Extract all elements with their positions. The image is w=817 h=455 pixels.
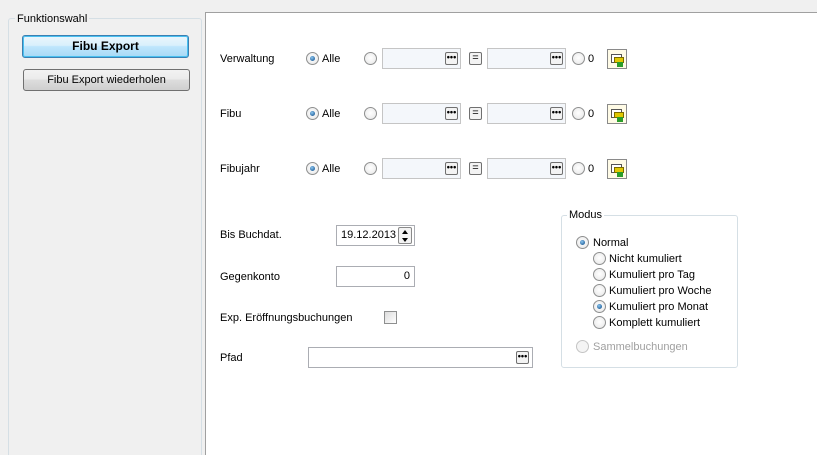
filter-zero-label: 0 bbox=[588, 53, 595, 65]
filter-mark-icon bbox=[617, 62, 623, 67]
filter-to-browse-icon[interactable]: ••• bbox=[550, 52, 563, 65]
filter-range-radio[interactable] bbox=[364, 162, 377, 175]
spin-down-icon[interactable] bbox=[402, 238, 408, 242]
bis-buchdat-label: Bis Buchdat. bbox=[220, 229, 282, 241]
filter-from-browse-icon[interactable]: ••• bbox=[445, 107, 458, 120]
filter-apply-icon[interactable] bbox=[607, 159, 627, 179]
modus-option-label: Kumuliert pro Woche bbox=[609, 285, 712, 297]
modus-option-radio[interactable] bbox=[593, 268, 606, 281]
modus-option-label: Kumuliert pro Tag bbox=[609, 269, 696, 281]
filter-range-radio[interactable] bbox=[364, 107, 377, 120]
gegenkonto-input[interactable]: 0 bbox=[336, 266, 415, 287]
filter-from-browse-icon[interactable]: ••• bbox=[445, 162, 458, 175]
pfad-input[interactable] bbox=[308, 347, 533, 368]
filter-to-browse-icon[interactable]: ••• bbox=[550, 162, 563, 175]
filter-mark-icon bbox=[617, 172, 623, 177]
filter-to-browse-icon[interactable]: ••• bbox=[550, 107, 563, 120]
filter-label: Fibujahr bbox=[220, 163, 260, 175]
filter-all-radio[interactable] bbox=[306, 107, 319, 120]
filter-label: Verwaltung bbox=[220, 53, 275, 65]
filter-zero-label: 0 bbox=[588, 163, 595, 175]
filter-zero-radio[interactable] bbox=[572, 107, 585, 120]
sammelbuchungen-label: Sammelbuchungen bbox=[593, 341, 688, 353]
modus-option-radio[interactable] bbox=[593, 284, 606, 297]
filter-zero-radio[interactable] bbox=[572, 52, 585, 65]
filter-equals-icon[interactable]: = bbox=[469, 162, 482, 175]
filter-mark-icon bbox=[617, 117, 623, 122]
exp-eroeffnung-label: Exp. Eröffnungsbuchungen bbox=[220, 312, 353, 324]
gegenkonto-label: Gegenkonto bbox=[220, 271, 280, 283]
filter-all-radio[interactable] bbox=[306, 162, 319, 175]
modus-option-radio[interactable] bbox=[593, 316, 606, 329]
filter-all-label: Alle bbox=[322, 163, 341, 175]
fibu-export-button[interactable]: Fibu Export bbox=[22, 35, 189, 58]
filter-range-radio[interactable] bbox=[364, 52, 377, 65]
modus-normal-label: Normal bbox=[593, 237, 629, 249]
modus-normal-radio[interactable] bbox=[576, 236, 589, 249]
fibu-export-repeat-button[interactable]: Fibu Export wiederholen bbox=[23, 69, 190, 91]
filter-zero-label: 0 bbox=[588, 108, 595, 120]
function-group-title: Funktionswahl bbox=[15, 12, 90, 26]
date-spinner[interactable] bbox=[398, 227, 412, 244]
filter-equals-icon[interactable]: = bbox=[469, 107, 482, 120]
filter-apply-icon[interactable] bbox=[607, 104, 627, 124]
pfad-label: Pfad bbox=[220, 352, 243, 364]
modus-option-radio[interactable] bbox=[593, 252, 606, 265]
filter-from-browse-icon[interactable]: ••• bbox=[445, 52, 458, 65]
gegenkonto-value: 0 bbox=[403, 270, 410, 282]
filter-all-label: Alle bbox=[322, 108, 341, 120]
spin-up-icon[interactable] bbox=[402, 230, 408, 234]
modus-option-label: Komplett kumuliert bbox=[609, 317, 701, 329]
filter-label: Fibu bbox=[220, 108, 242, 120]
filter-equals-icon[interactable]: = bbox=[469, 52, 482, 65]
modus-option-label: Kumuliert pro Monat bbox=[609, 301, 709, 313]
filter-apply-icon[interactable] bbox=[607, 49, 627, 69]
modus-group-title: Modus bbox=[567, 209, 605, 221]
sammelbuchungen-radio[interactable] bbox=[576, 340, 589, 353]
modus-option-label: Nicht kumuliert bbox=[609, 253, 682, 265]
modus-option-radio[interactable] bbox=[593, 300, 606, 313]
bis-buchdat-value: 19.12.2013 bbox=[341, 229, 397, 241]
exp-eroeffnung-checkbox[interactable] bbox=[384, 311, 397, 324]
pfad-browse-icon[interactable]: ••• bbox=[516, 351, 529, 364]
filter-zero-radio[interactable] bbox=[572, 162, 585, 175]
filter-all-radio[interactable] bbox=[306, 52, 319, 65]
filter-all-label: Alle bbox=[322, 53, 341, 65]
